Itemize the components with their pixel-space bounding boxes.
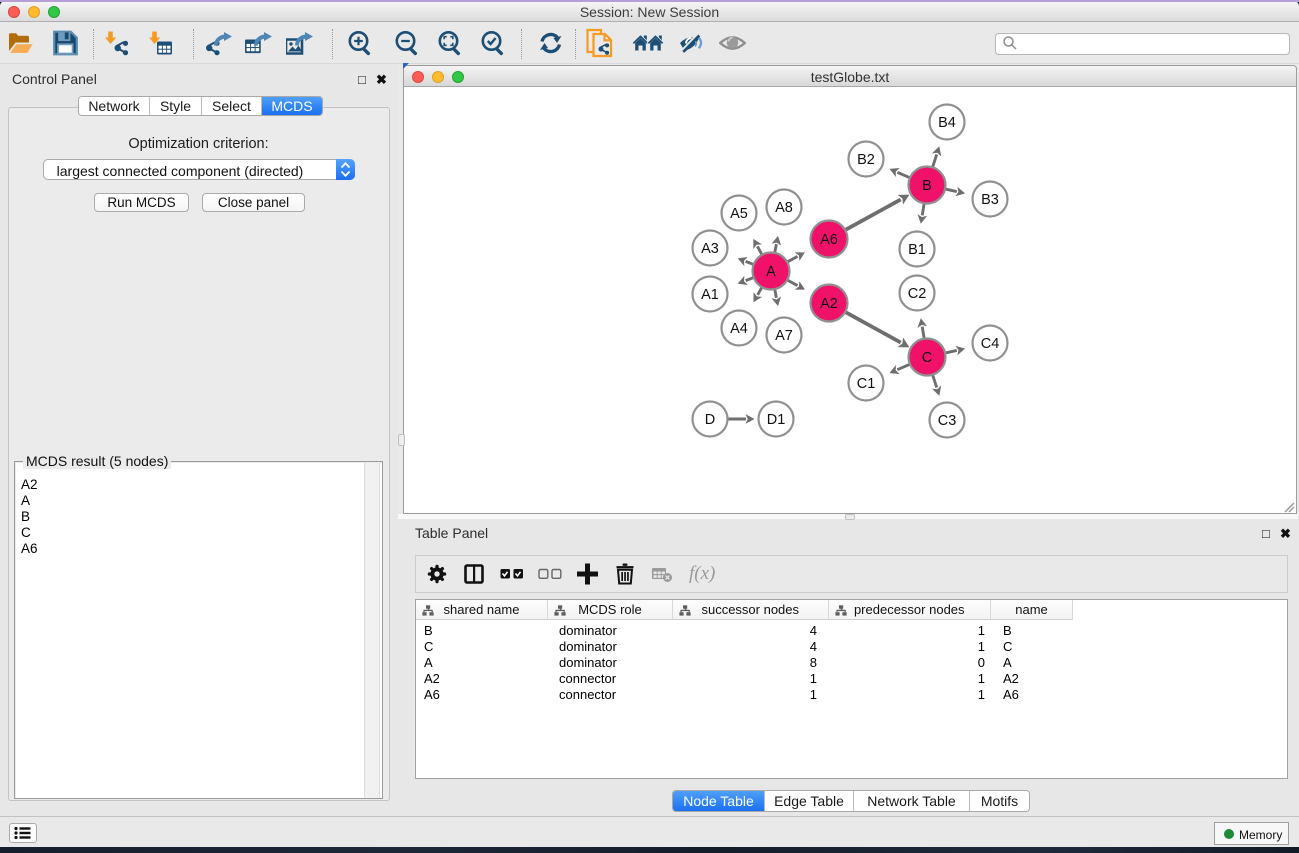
svg-text:C3: C3 xyxy=(938,413,957,429)
svg-text:B1: B1 xyxy=(908,242,926,258)
svg-text:C: C xyxy=(922,350,932,366)
svg-text:A6: A6 xyxy=(820,232,838,248)
svg-text:A: A xyxy=(766,264,776,280)
svg-text:D: D xyxy=(705,412,715,428)
svg-text:A4: A4 xyxy=(730,321,748,337)
svg-text:A7: A7 xyxy=(775,328,793,344)
svg-text:B: B xyxy=(922,178,932,194)
svg-text:D1: D1 xyxy=(767,412,786,428)
svg-text:C4: C4 xyxy=(981,336,1000,352)
svg-text:A2: A2 xyxy=(820,296,838,312)
svg-text:A1: A1 xyxy=(701,287,719,303)
svg-text:C1: C1 xyxy=(857,376,876,392)
svg-text:B3: B3 xyxy=(981,192,999,208)
svg-text:C2: C2 xyxy=(908,286,927,302)
svg-text:B2: B2 xyxy=(857,152,875,168)
svg-text:A5: A5 xyxy=(730,206,748,222)
svg-text:A8: A8 xyxy=(775,200,793,216)
svg-text:B4: B4 xyxy=(938,115,956,131)
svg-text:A3: A3 xyxy=(701,241,719,257)
